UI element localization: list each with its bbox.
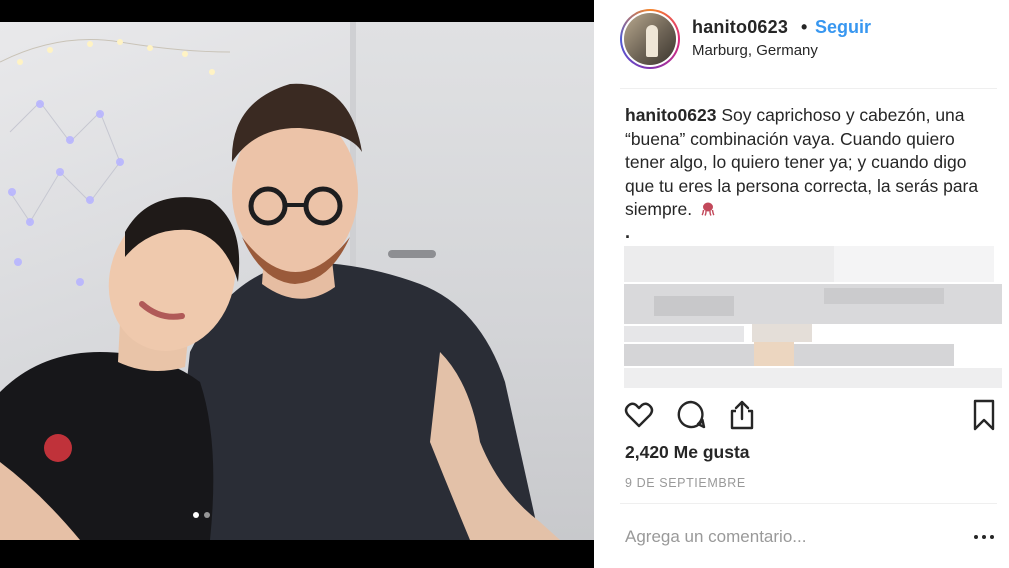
likes-count[interactable]: 2,420 Me gusta [625, 442, 750, 463]
post-sidebar: hanito0623 • Seguir Marburg, Germany han… [594, 0, 1009, 568]
header-separator: • [801, 17, 808, 37]
blurred-comments [624, 244, 1002, 400]
bookmark-icon[interactable] [967, 398, 1001, 432]
comment-divider [620, 503, 997, 504]
avatar[interactable] [620, 9, 680, 69]
heart-icon[interactable] [622, 398, 656, 432]
post-date[interactable]: 9 de septiembre [625, 476, 746, 490]
header-username[interactable]: hanito0623 [692, 17, 788, 38]
caption-dot: . [625, 222, 631, 242]
post-actions [594, 398, 1009, 434]
ellipsis-icon[interactable] [972, 528, 996, 544]
photo-people [0, 83, 560, 540]
post-header: hanito0623 • Seguir Marburg, Germany [594, 0, 1009, 78]
carousel-dot[interactable] [204, 512, 210, 518]
share-upload-icon[interactable] [725, 398, 759, 432]
avatar-image [624, 13, 676, 65]
carousel-dot-active[interactable] [193, 512, 199, 518]
header-divider [620, 88, 997, 89]
caption-username[interactable]: hanito0623 [625, 105, 716, 125]
header-location[interactable]: Marburg, Germany [692, 42, 818, 59]
post-caption: hanito0623 Soy caprichoso y cabezón, una… [625, 104, 995, 222]
octopus-icon [701, 202, 715, 216]
post-media [0, 0, 594, 568]
speech-bubble-icon[interactable] [674, 398, 708, 432]
carousel-indicator[interactable] [193, 512, 210, 518]
follow-button[interactable]: Seguir [815, 17, 871, 38]
post-photo[interactable] [0, 22, 594, 540]
comment-input[interactable] [625, 524, 925, 550]
